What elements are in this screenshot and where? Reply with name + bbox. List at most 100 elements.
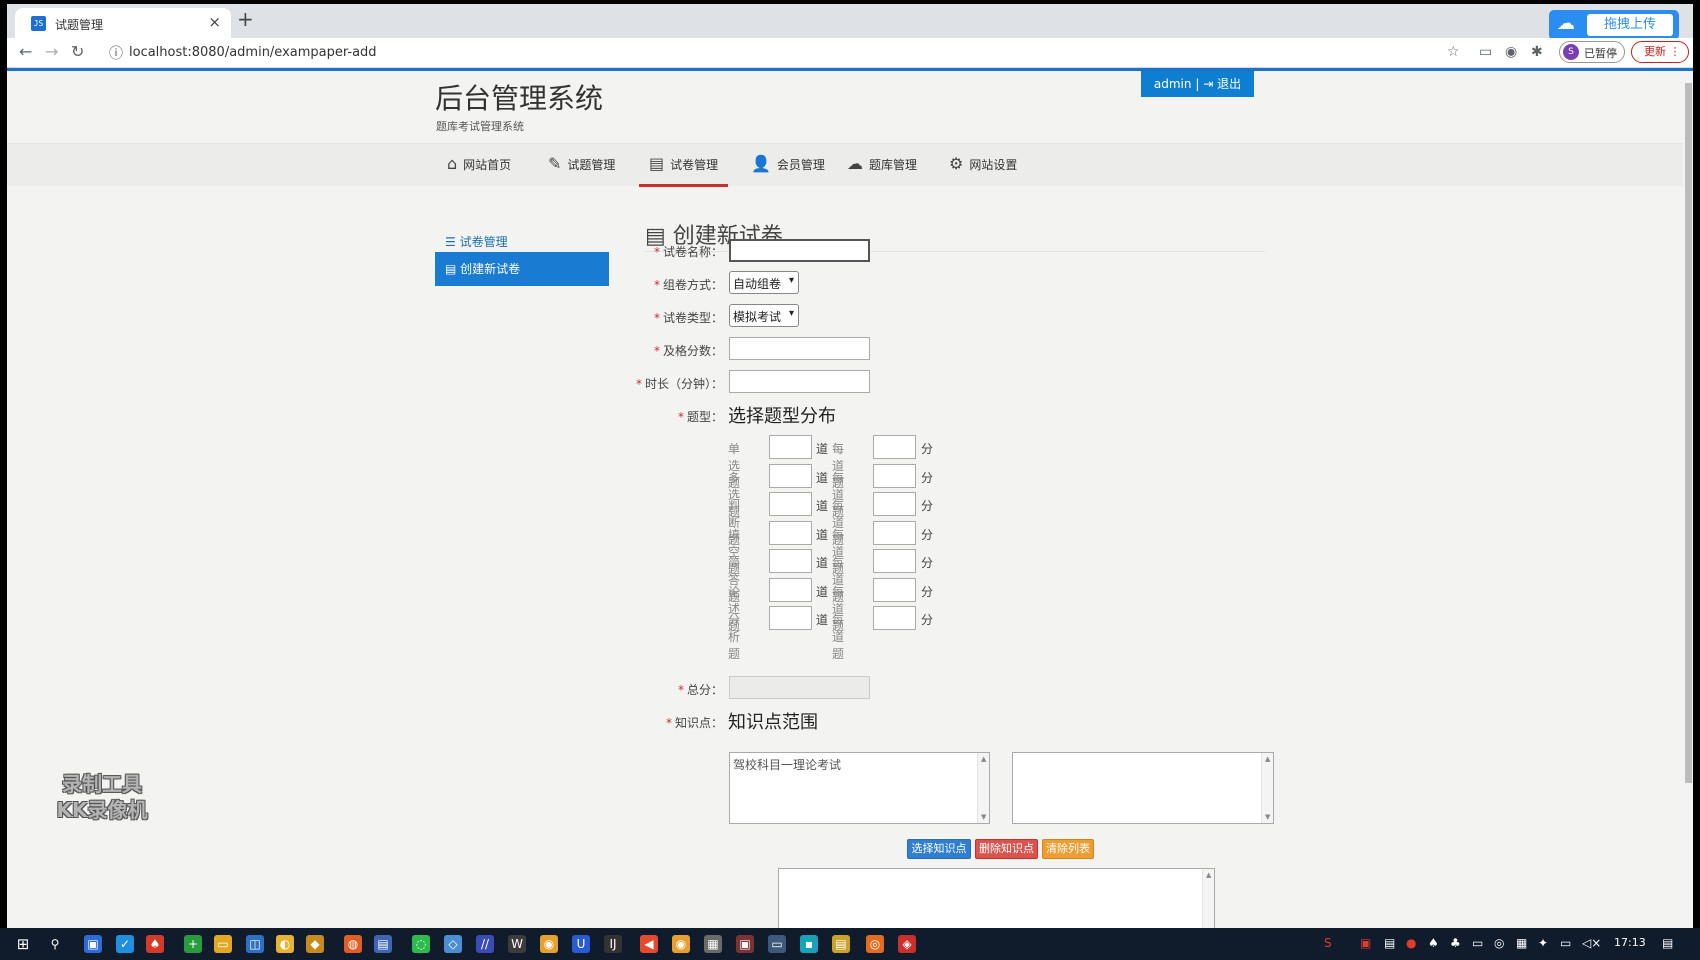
duration-input[interactable]: [729, 370, 870, 393]
question-score-input[interactable]: [873, 492, 916, 516]
tray-icon[interactable]: ●: [1406, 936, 1416, 950]
scroll-up-icon[interactable]: ▲: [981, 755, 986, 763]
selected-knowledge-textarea[interactable]: ▲: [778, 868, 1215, 928]
clock[interactable]: 17:13: [1614, 936, 1646, 949]
upload-button[interactable]: 拖拽上传: [1587, 14, 1673, 36]
app-icon[interactable]: IJ: [604, 935, 622, 953]
tray-icon[interactable]: ▦: [1516, 936, 1527, 950]
paper-type-select[interactable]: 模拟考试 ▾: [729, 304, 799, 327]
forward-icon[interactable]: →: [45, 42, 58, 61]
app-icon[interactable]: ◈: [898, 935, 916, 953]
select-knowledge-button[interactable]: 选择知识点: [907, 839, 971, 859]
reload-icon[interactable]: ↻: [71, 42, 84, 61]
app-icon[interactable]: ◫: [246, 935, 264, 953]
username[interactable]: admin: [1154, 77, 1192, 91]
knowledge-selected-list[interactable]: ▲ ▼: [1012, 752, 1274, 824]
page-scrollbar[interactable]: [1683, 71, 1693, 928]
extensions-icon[interactable]: ✱: [1531, 44, 1543, 60]
question-score-input[interactable]: [873, 435, 916, 459]
tray-icon[interactable]: ✦: [1538, 936, 1548, 950]
tray-icon[interactable]: ◎: [1494, 936, 1504, 950]
nav-item-question-bank[interactable]: ☁ 题库管理: [847, 144, 917, 187]
scrollbar[interactable]: ▲ ▼: [977, 753, 989, 823]
app-icon[interactable]: ◇: [444, 935, 462, 953]
nav-item-papers[interactable]: ▤ 试卷管理: [639, 144, 729, 187]
app-icon[interactable]: ▭: [768, 935, 786, 953]
paper-name-input[interactable]: [729, 239, 870, 262]
volume-icon[interactable]: ◁×: [1582, 936, 1601, 950]
question-score-input[interactable]: [873, 520, 916, 545]
site-info-icon[interactable]: ⓘ: [109, 43, 123, 63]
nav-item-settings[interactable]: ⚙ 网站设置: [949, 144, 1017, 187]
notification-icon[interactable]: ▤: [1662, 936, 1673, 950]
cast-icon[interactable]: ▭: [1479, 44, 1492, 60]
scroll-down-icon[interactable]: ▼: [981, 813, 986, 821]
profile-button[interactable]: S 已暂停: [1559, 41, 1625, 63]
pass-score-input[interactable]: [729, 337, 870, 360]
nav-item-home[interactable]: ⌂ 网站首页: [447, 144, 511, 187]
app-icon[interactable]: ✓: [116, 935, 134, 953]
tray-icon[interactable]: ▣: [1360, 936, 1371, 950]
address-bar[interactable]: ⓘ localhost:8080/admin/exampaper-add: [103, 41, 1353, 65]
question-count-input[interactable]: [769, 520, 812, 545]
question-score-input[interactable]: [873, 606, 916, 630]
tray-icon[interactable]: ▤: [1384, 936, 1395, 950]
app-icon[interactable]: //: [476, 935, 494, 953]
app-icon[interactable]: ▤: [374, 935, 392, 953]
app-icon[interactable]: ◐: [276, 935, 294, 953]
scrollbar[interactable]: ▲: [1202, 869, 1214, 928]
question-score-input[interactable]: [873, 577, 916, 602]
question-count-input[interactable]: [769, 549, 812, 573]
sidebar-item-paper-management[interactable]: ☰ 试卷管理: [445, 233, 508, 250]
windows-start-icon[interactable]: ⊞: [14, 935, 32, 953]
question-count-input[interactable]: [769, 577, 812, 602]
app-icon[interactable]: U: [572, 935, 590, 953]
nav-item-questions[interactable]: ✎ 试题管理: [548, 144, 615, 187]
app-icon[interactable]: ▣: [736, 935, 754, 953]
folder-icon[interactable]: ▭: [214, 935, 232, 953]
question-count-input[interactable]: [769, 492, 812, 516]
network-icon[interactable]: ▭: [1560, 936, 1571, 950]
logout-link[interactable]: 退出: [1217, 77, 1241, 91]
scroll-up-icon[interactable]: ▲: [1206, 871, 1211, 879]
app-icon[interactable]: W: [508, 935, 526, 953]
question-count-input[interactable]: [769, 463, 812, 488]
app-icon[interactable]: ▪: [800, 935, 818, 953]
question-count-input[interactable]: [769, 435, 812, 459]
tray-icon[interactable]: ▭: [1472, 936, 1483, 950]
scroll-up-icon[interactable]: ▲: [1265, 755, 1270, 763]
scrollbar-thumb[interactable]: [1685, 83, 1692, 783]
browser-tab[interactable]: JS 试题管理 ×: [15, 8, 231, 38]
clear-list-button[interactable]: 清除列表: [1042, 839, 1094, 859]
upload-widget[interactable]: ☁ 拖拽上传: [1549, 10, 1679, 40]
knowledge-source-list[interactable]: 驾校科目一理论考试 ▲ ▼: [729, 752, 990, 824]
tray-icon[interactable]: ♠: [1428, 936, 1439, 950]
app-icon[interactable]: ▤: [832, 935, 850, 953]
back-icon[interactable]: ←: [19, 42, 32, 61]
question-score-input[interactable]: [873, 549, 916, 573]
app-icon[interactable]: ◍: [344, 935, 362, 953]
app-icon[interactable]: ▦: [704, 935, 722, 953]
app-icon[interactable]: ♠: [146, 935, 164, 953]
app-icon[interactable]: +: [184, 935, 202, 953]
chrome-icon[interactable]: ◉: [672, 935, 690, 953]
list-item[interactable]: 驾校科目一理论考试: [733, 756, 841, 773]
close-tab-icon[interactable]: ×: [208, 13, 221, 31]
new-tab-icon[interactable]: +: [237, 7, 254, 31]
delete-knowledge-button[interactable]: 删除知识点: [975, 839, 1038, 859]
sidebar-item-create-paper[interactable]: ▤ 创建新试卷: [435, 252, 609, 286]
app-icon[interactable]: ◆: [306, 935, 324, 953]
chrome-icon[interactable]: ◉: [540, 935, 558, 953]
question-score-input[interactable]: [873, 463, 916, 488]
update-button[interactable]: 更新 ⋮: [1631, 41, 1689, 63]
scroll-down-icon[interactable]: ▼: [1265, 813, 1270, 821]
wechat-icon[interactable]: ◌: [412, 935, 430, 953]
bookmark-star-icon[interactable]: ☆: [1447, 44, 1460, 60]
tray-icon[interactable]: ♣: [1450, 936, 1461, 950]
search-icon[interactable]: ⚲: [46, 935, 64, 953]
compose-method-select[interactable]: 自动组卷 ▾: [729, 271, 799, 294]
app-icon[interactable]: ▣: [84, 935, 102, 953]
sogou-tray-icon[interactable]: S: [1324, 936, 1332, 950]
camera-icon[interactable]: ◉: [1505, 44, 1517, 60]
scrollbar[interactable]: ▲ ▼: [1261, 753, 1273, 823]
